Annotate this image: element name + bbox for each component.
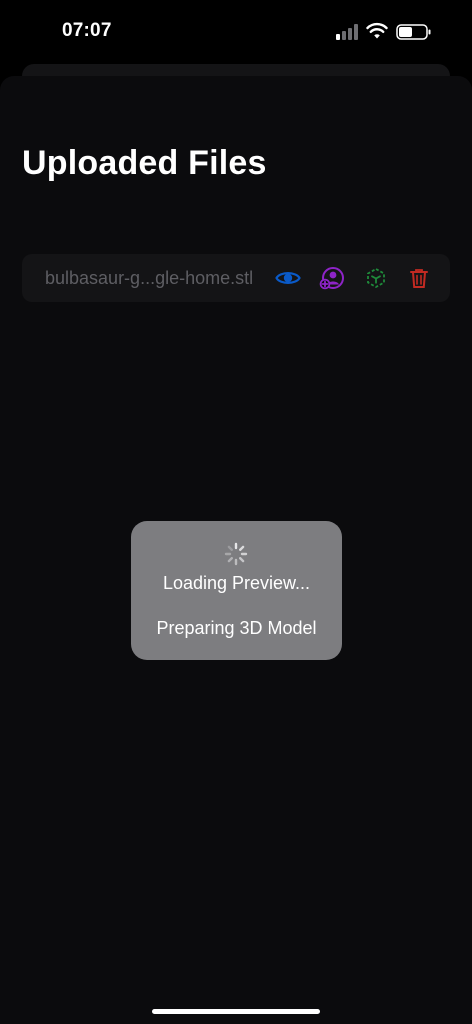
cube-icon[interactable] bbox=[363, 266, 389, 290]
status-bar: 07:07 bbox=[0, 0, 472, 62]
spinner-icon bbox=[224, 542, 248, 566]
cellular-signal-icon bbox=[336, 24, 358, 40]
loading-overlay: Loading Preview... Preparing 3D Model bbox=[131, 521, 342, 660]
home-indicator[interactable] bbox=[152, 1009, 320, 1014]
loading-subtitle: Preparing 3D Model bbox=[156, 618, 317, 638]
loading-title: Loading Preview... bbox=[162, 573, 311, 593]
file-name: bulbasaur-g...gle-home.stl bbox=[45, 268, 254, 288]
app-screen: 07:07 Uploaded Files bulbasaur-g...gle-h… bbox=[0, 0, 472, 1024]
status-time: 07:07 bbox=[62, 20, 112, 41]
eye-icon[interactable] bbox=[275, 266, 301, 290]
file-row[interactable]: bulbasaur-g...gle-home.stl bbox=[22, 254, 450, 302]
page-title: Uploaded Files bbox=[22, 144, 267, 182]
battery-icon bbox=[396, 24, 431, 40]
person-add-icon[interactable] bbox=[319, 266, 345, 290]
trash-icon[interactable] bbox=[406, 266, 432, 290]
wifi-icon bbox=[366, 22, 388, 39]
